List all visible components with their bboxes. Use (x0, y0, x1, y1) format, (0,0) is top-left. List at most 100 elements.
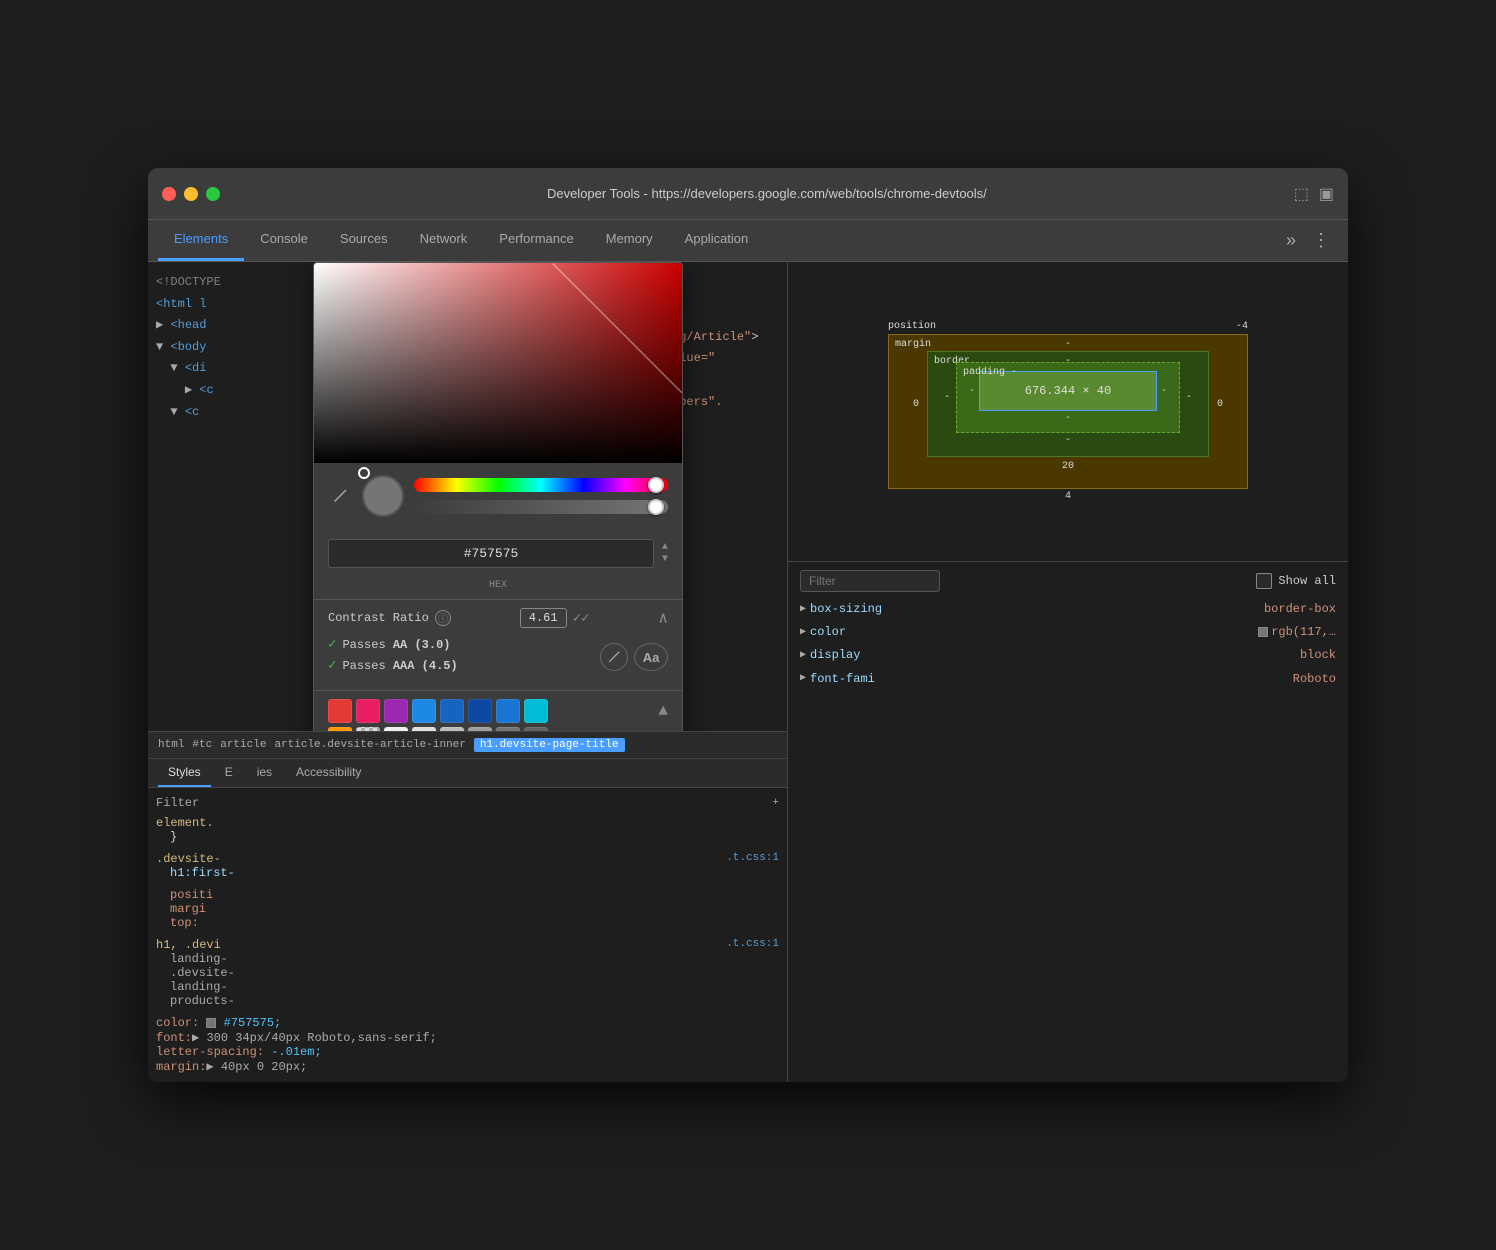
swatch-blue4[interactable] (496, 699, 520, 723)
minimize-button[interactable] (184, 187, 198, 201)
contrast-info-button[interactable]: ⓘ (435, 610, 451, 626)
alpha-thumb[interactable] (648, 499, 664, 515)
tab-event-listeners[interactable]: E (215, 759, 243, 787)
swatch-gray6[interactable] (524, 727, 548, 731)
tab-styles[interactable]: Styles (158, 759, 211, 787)
prop-expand-arrow[interactable]: ▶ (800, 648, 806, 664)
hex-down-arrow[interactable]: ▼ (662, 555, 668, 565)
show-all-row: Show all (1256, 573, 1336, 589)
maximize-button[interactable] (206, 187, 220, 201)
prop-name-display: display (810, 646, 1300, 665)
tab-elements[interactable]: Elements (158, 219, 244, 261)
titlebar-icons: ⬚ ▣ (1294, 184, 1334, 204)
current-color-swatch (362, 475, 404, 517)
titlebar: Developer Tools - https://developers.goo… (148, 168, 1348, 220)
tab-performance[interactable]: Performance (483, 219, 589, 261)
prop-name-font-family: font-fami (810, 670, 1293, 689)
tab-sources[interactable]: Sources (324, 219, 404, 261)
content-dimensions: 676.344 × 40 (1025, 384, 1111, 398)
breadcrumb-hash[interactable]: #tc (192, 739, 212, 751)
prop-val-box-sizing: border-box (1264, 600, 1336, 619)
margin-right-val: 0 (1209, 399, 1231, 410)
swatch-transparent[interactable] (356, 727, 380, 731)
swatch-gray2[interactable] (412, 727, 436, 731)
contrast-eyedropper-button[interactable] (600, 643, 628, 671)
computed-color: color: #757575; font:▶ 300 34px/40px Rob… (156, 1016, 779, 1074)
contrast-aa-preview-button[interactable]: Aa (634, 643, 668, 671)
hue-slider[interactable] (414, 478, 668, 492)
padding-label: padding - (963, 367, 1017, 378)
swatch-cyan[interactable] (524, 699, 548, 723)
inspect-icon[interactable]: ⬚ (1294, 184, 1309, 204)
breadcrumb-h1[interactable]: h1.devsite-page-title (474, 738, 625, 752)
tab-memory[interactable]: Memory (590, 219, 669, 261)
left-panel: <!DOCTYPE <html l ▶ <head ▼ <body ▼ <di … (148, 262, 788, 1082)
style-prop-products: products- (170, 994, 235, 1008)
style-block-devsite: .devsite- .t.css:1 h1:first- (156, 852, 779, 880)
swatch-gray4[interactable] (468, 727, 492, 731)
tab-dom-breakpoints[interactable]: ies (247, 759, 282, 787)
pass-label-aa: Passes AA (3.0) (342, 638, 450, 652)
hex-input[interactable] (328, 539, 654, 568)
style-file-h1[interactable]: .t.css:1 (726, 938, 779, 950)
devtools-menu-button[interactable]: ⋮ (1304, 219, 1338, 261)
border-bottom-val: - (938, 435, 1198, 446)
computed-panel: Show all ▶ box-sizing border-box ▶ color… (788, 562, 1348, 1082)
style-file[interactable]: .t.css:1 (726, 852, 779, 864)
filter-label: Filter (156, 796, 199, 810)
color-picker[interactable]: ▲ ▼ HEX Contrast Ratio ⓘ (313, 262, 683, 731)
swatch-gray1[interactable] (384, 727, 408, 731)
dom-tree[interactable]: <!DOCTYPE <html l ▶ <head ▼ <body ▼ <di … (148, 262, 787, 731)
tab-accessibility[interactable]: Accessibility (286, 759, 371, 787)
hex-arrows: ▲ ▼ (662, 543, 668, 565)
color-swatch-small (1258, 627, 1268, 637)
padding-bottom-val: - (965, 413, 1171, 424)
eyedropper-button[interactable] (328, 484, 352, 508)
hue-thumb[interactable] (648, 477, 664, 493)
computed-filter-input[interactable] (800, 570, 940, 592)
contrast-number: 4.61 (520, 608, 567, 628)
swatch-blue1[interactable] (412, 699, 436, 723)
swatch-purple[interactable] (384, 699, 408, 723)
swatches-section: ▲ ▼ (314, 690, 682, 731)
hex-up-arrow[interactable]: ▲ (662, 543, 668, 553)
alpha-slider[interactable] (414, 500, 668, 514)
contrast-label: Contrast Ratio ⓘ (328, 610, 451, 626)
dock-icon[interactable]: ▣ (1319, 184, 1334, 204)
swatches-down-arrow[interactable]: ▼ (658, 730, 668, 731)
style-prop-landing2: landing- (170, 980, 228, 994)
style-prop: h1:first- (170, 866, 235, 880)
breadcrumb-article1[interactable]: article (220, 739, 266, 751)
show-all-checkbox[interactable] (1256, 573, 1272, 589)
computed-prop-box-sizing: ▶ box-sizing border-box (800, 600, 1336, 619)
margin-bottom-val: 20 (905, 461, 1231, 472)
pass-check-aa: ✓ (328, 636, 336, 653)
style-selector: .devsite- (156, 852, 221, 866)
tab-application[interactable]: Application (669, 219, 765, 261)
swatch-gray5[interactable] (496, 727, 520, 731)
close-button[interactable] (162, 187, 176, 201)
swatches-row-2: ▼ (328, 727, 668, 731)
breadcrumb-article2[interactable]: article.devsite-article-inner (274, 739, 465, 751)
pass-check-aaa: ✓ (328, 657, 336, 674)
box-model-area: position -4 margin - 0 border - (788, 262, 1348, 562)
prop-expand-arrow[interactable]: ▶ (800, 625, 806, 641)
swatch-orange[interactable] (328, 727, 352, 731)
swatch-gray3[interactable] (440, 727, 464, 731)
breadcrumb-html[interactable]: html (158, 739, 184, 751)
swatches-up-arrow[interactable]: ▲ (658, 702, 668, 720)
swatch-blue2[interactable] (440, 699, 464, 723)
more-tabs-button[interactable]: » (1278, 219, 1304, 261)
devtools-window: Developer Tools - https://developers.goo… (148, 168, 1348, 1082)
prop-expand-arrow[interactable]: ▶ (800, 602, 806, 618)
style-prop-devsite2: .devsite- (170, 966, 235, 980)
tab-console[interactable]: Console (244, 219, 324, 261)
tab-network[interactable]: Network (404, 219, 484, 261)
swatch-red[interactable] (328, 699, 352, 723)
prop-expand-arrow[interactable]: ▶ (800, 671, 806, 687)
swatch-pink[interactable] (356, 699, 380, 723)
swatch-blue3[interactable] (468, 699, 492, 723)
color-gradient[interactable] (314, 263, 682, 463)
contrast-collapse-button[interactable]: ∧ (658, 608, 668, 628)
contrast-value: 4.61 ✓✓ (520, 608, 590, 628)
